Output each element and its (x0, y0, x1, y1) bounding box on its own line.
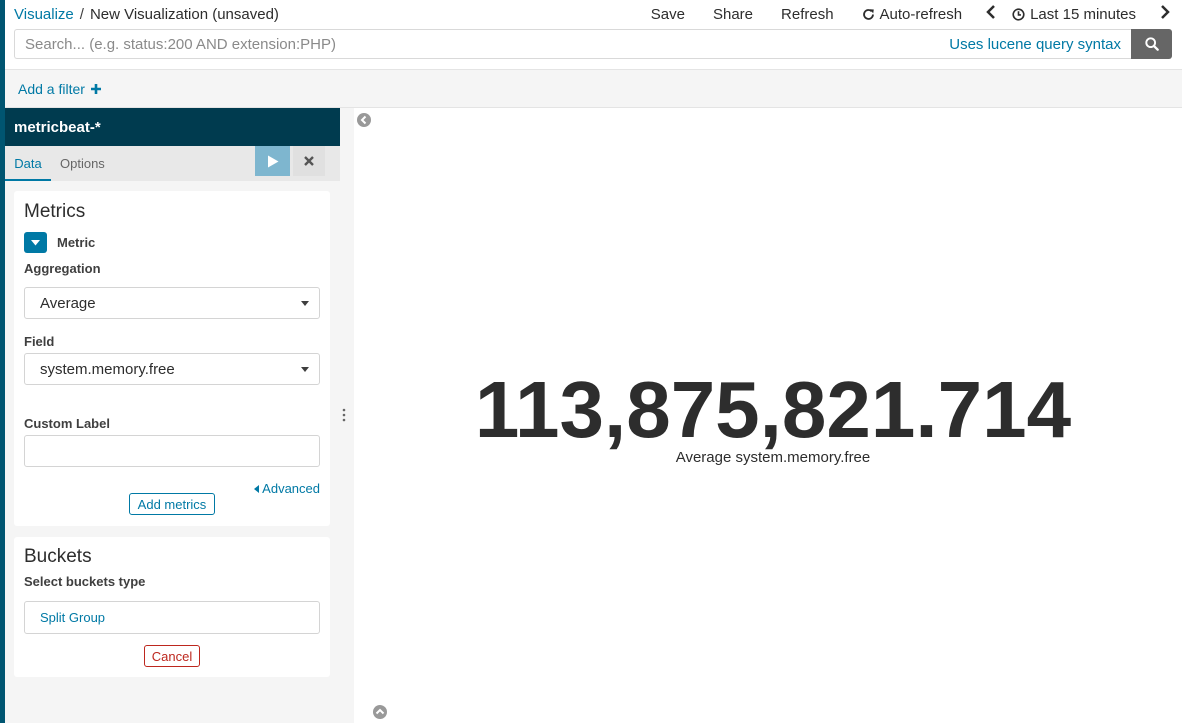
refresh-button[interactable]: Refresh (781, 6, 834, 23)
top-bar: Visualize / New Visualization (unsaved) … (0, 0, 1182, 30)
refresh-icon (862, 9, 874, 20)
advanced-toggle-link[interactable]: Advanced (254, 481, 320, 496)
top-nav: Save Share Refresh Auto-refresh Last 15 … (651, 5, 1170, 24)
breadcrumb: Visualize / New Visualization (unsaved) (14, 6, 279, 23)
search-input[interactable] (25, 35, 940, 53)
search-button[interactable] (1131, 29, 1172, 59)
advanced-label: Advanced (262, 481, 320, 496)
filter-bar: Add a filter (5, 69, 1182, 108)
caret-down-icon (301, 367, 309, 372)
query-bar: Uses lucene query syntax (14, 29, 1172, 59)
custom-label-input[interactable] (25, 436, 319, 466)
caret-down-icon (301, 301, 309, 306)
metric-value: 113,875,821.714 (474, 365, 1072, 454)
custom-label-field (24, 435, 320, 467)
sidebar-tabs: Data Options (5, 146, 340, 181)
metric-toggle-button[interactable] (24, 232, 47, 253)
add-filter-label: Add a filter (18, 81, 85, 97)
clock-icon (1012, 8, 1025, 21)
collapse-sidebar-icon[interactable] (357, 113, 371, 130)
close-icon (304, 156, 314, 166)
field-select[interactable]: system.memory.free (24, 353, 320, 385)
play-icon (267, 155, 278, 167)
auto-refresh-button[interactable]: Auto-refresh (862, 6, 963, 23)
visualization-area: 113,875,821.714 Average system.memory.fr… (342, 108, 1182, 723)
search-box: Uses lucene query syntax (14, 29, 1131, 59)
metric-value-label: Average system.memory.free (675, 449, 871, 466)
apply-changes-button[interactable] (255, 146, 290, 176)
chevron-down-icon (31, 239, 40, 245)
aggregation-select[interactable]: Average (24, 287, 320, 319)
page-title: New Visualization (unsaved) (89, 6, 279, 23)
field-label: Field (24, 334, 55, 349)
aggregation-label: Aggregation (24, 261, 101, 276)
aggregation-value: Average (40, 295, 96, 312)
resize-handle-icon[interactable] (342, 408, 346, 425)
cancel-button[interactable]: Cancel (144, 645, 200, 667)
lucene-syntax-link[interactable]: Uses lucene query syntax (949, 36, 1121, 53)
breadcrumb-separator: / (79, 6, 84, 23)
save-button[interactable]: Save (651, 6, 685, 23)
caret-left-icon (254, 485, 260, 493)
tab-options[interactable]: Options (60, 146, 105, 181)
plus-icon (90, 84, 101, 94)
time-next-chevron-right-icon[interactable] (1160, 5, 1170, 24)
discard-changes-button[interactable] (293, 146, 325, 176)
share-button[interactable]: Share (713, 6, 753, 23)
select-buckets-type-label: Select buckets type (24, 574, 146, 589)
search-icon (1144, 37, 1159, 51)
tab-data[interactable]: Data (5, 146, 51, 181)
time-prev-chevron-left-icon[interactable] (986, 5, 996, 24)
metric-label: Metric (57, 235, 96, 250)
metrics-panel: Metrics Metric Aggregation Average Field… (14, 191, 330, 526)
auto-refresh-label: Auto-refresh (879, 6, 963, 23)
breadcrumb-visualize-link[interactable]: Visualize (14, 6, 74, 23)
field-value: system.memory.free (40, 361, 175, 378)
time-picker-button[interactable]: Last 15 minutes (1012, 6, 1136, 23)
index-pattern-title: metricbeat-* (5, 108, 340, 146)
split-group-option[interactable]: Split Group (24, 601, 320, 634)
spy-panel-toggle-icon[interactable] (373, 705, 387, 722)
editor-sidebar: metricbeat-* Data Options Metrics Metric… (5, 108, 354, 723)
time-range-label: Last 15 minutes (1030, 6, 1136, 23)
metrics-title: Metrics (24, 201, 86, 222)
buckets-title: Buckets (24, 546, 92, 567)
buckets-panel: Buckets Select buckets type Split Group … (14, 537, 330, 677)
custom-label-label: Custom Label (24, 416, 110, 431)
add-metrics-button[interactable]: Add metrics (129, 493, 215, 515)
add-filter-button[interactable]: Add a filter (18, 81, 101, 97)
